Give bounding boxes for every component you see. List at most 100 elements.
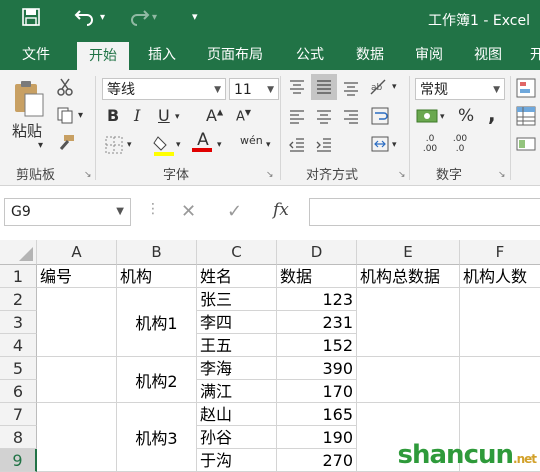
column-header-D[interactable]: D — [277, 240, 357, 265]
cell-D6[interactable]: 170 — [277, 380, 357, 403]
column-header-F[interactable]: F — [460, 240, 540, 265]
font-color-dropdown-icon[interactable]: ▾ — [217, 140, 222, 150]
cell-C8[interactable]: 孙谷 — [197, 426, 277, 449]
format-as-table-icon[interactable] — [516, 106, 536, 130]
cell-C6[interactable]: 满江 — [197, 380, 277, 403]
underline-dropdown-icon[interactable]: ▾ — [175, 112, 180, 122]
copy-icon[interactable] — [56, 106, 74, 128]
save-icon[interactable] — [22, 8, 40, 31]
cell-C1[interactable]: 姓名 — [197, 265, 277, 288]
orientation-dropdown-icon[interactable]: ▾ — [392, 82, 397, 92]
tab-more[interactable]: 开 — [528, 40, 540, 70]
bold-button[interactable]: B — [107, 106, 119, 125]
column-header-B[interactable]: B — [117, 240, 197, 265]
fill-color-dropdown-icon[interactable]: ▾ — [176, 140, 181, 150]
increase-indent-icon[interactable] — [315, 136, 333, 158]
cell-A7-A9-merged[interactable] — [37, 403, 117, 472]
align-center-icon[interactable] — [315, 108, 333, 130]
clipboard-launcher-icon[interactable]: ↘ — [84, 170, 92, 180]
underline-button[interactable]: U — [158, 106, 170, 125]
merge-dropdown-icon[interactable]: ▾ — [392, 140, 397, 150]
undo-dropdown-icon[interactable]: ▾ — [100, 12, 105, 23]
cell-B7-B9-merged[interactable]: 机构3 — [117, 403, 197, 472]
row-header-4[interactable]: 4 — [0, 334, 37, 357]
merge-center-icon[interactable] — [370, 134, 390, 158]
customize-icon[interactable]: ▾ — [192, 10, 198, 23]
paste-label[interactable]: 粘贴 — [12, 120, 42, 141]
cell-E2-E4[interactable] — [357, 288, 460, 357]
cell-D4[interactable]: 152 — [277, 334, 357, 357]
number-launcher-icon[interactable]: ↘ — [498, 170, 506, 180]
cell-styles-icon[interactable] — [516, 134, 536, 158]
undo-icon[interactable] — [74, 6, 96, 31]
grow-font-button[interactable]: A▲ — [206, 106, 223, 125]
align-right-icon[interactable] — [342, 108, 360, 130]
cell-F5-F6[interactable] — [460, 357, 540, 403]
font-launcher-icon[interactable]: ↘ — [266, 170, 274, 180]
cell-A5-A6-merged[interactable] — [37, 357, 117, 403]
wrap-text-icon[interactable] — [370, 106, 390, 130]
insert-function-icon[interactable]: fx — [273, 200, 289, 220]
select-all-corner[interactable] — [0, 240, 37, 265]
alignment-launcher-icon[interactable]: ↘ — [398, 170, 406, 180]
paste-dropdown-icon[interactable]: ▾ — [38, 140, 43, 151]
format-painter-icon[interactable] — [56, 134, 76, 156]
row-header-3[interactable]: 3 — [0, 311, 37, 334]
column-header-A[interactable]: A — [37, 240, 117, 265]
font-color-icon[interactable]: A — [192, 130, 214, 152]
row-header-6[interactable]: 6 — [0, 380, 37, 403]
decrease-decimal-button[interactable]: .00 .0 — [448, 134, 472, 154]
cell-C4[interactable]: 王五 — [197, 334, 277, 357]
tab-insert[interactable]: 插入 — [146, 40, 178, 70]
font-name-select[interactable]: 等线 ▼ — [102, 78, 226, 100]
formula-bar-grip-icon[interactable]: ⋮ — [146, 201, 160, 217]
shrink-font-button[interactable]: A▼ — [236, 108, 251, 124]
cell-D1[interactable]: 数据 — [277, 265, 357, 288]
align-top-icon[interactable] — [288, 78, 306, 100]
fill-color-icon[interactable] — [153, 134, 175, 160]
phonetic-button[interactable]: wén — [240, 134, 263, 147]
row-header-5[interactable]: 5 — [0, 357, 37, 380]
orientation-icon[interactable]: ab — [368, 76, 390, 102]
cell-B2-B4-merged[interactable]: 机构1 — [117, 288, 197, 357]
italic-button[interactable]: I — [134, 106, 140, 125]
cell-D3[interactable]: 231 — [277, 311, 357, 334]
conditional-formatting-icon[interactable] — [516, 78, 536, 102]
cell-D8[interactable]: 190 — [277, 426, 357, 449]
column-header-C[interactable]: C — [197, 240, 277, 265]
cell-C7[interactable]: 赵山 — [197, 403, 277, 426]
borders-icon[interactable] — [105, 136, 123, 158]
row-header-7[interactable]: 7 — [0, 403, 37, 426]
row-header-2[interactable]: 2 — [0, 288, 37, 311]
chevron-down-icon[interactable]: ▼ — [116, 199, 124, 225]
tab-page-layout[interactable]: 页面布局 — [205, 40, 265, 70]
cell-C5[interactable]: 李海 — [197, 357, 277, 380]
column-header-E[interactable]: E — [357, 240, 460, 265]
tab-data[interactable]: 数据 — [354, 40, 386, 70]
align-middle-icon[interactable] — [311, 74, 337, 100]
align-bottom-icon[interactable] — [342, 78, 360, 100]
borders-dropdown-icon[interactable]: ▾ — [127, 140, 132, 150]
percent-button[interactable]: % — [458, 106, 474, 126]
cell-E1[interactable]: 机构总数据 — [357, 265, 460, 288]
cell-C3[interactable]: 李四 — [197, 311, 277, 334]
comma-button[interactable]: , — [488, 102, 496, 126]
cell-B5-B6-merged[interactable]: 机构2 — [117, 357, 197, 403]
cell-F1[interactable]: 机构人数 — [460, 265, 540, 288]
tab-file[interactable]: 文件 — [20, 40, 52, 70]
cell-C2[interactable]: 张三 — [197, 288, 277, 311]
font-size-select[interactable]: 11 ▼ — [229, 78, 279, 100]
cell-D5[interactable]: 390 — [277, 357, 357, 380]
cell-C9[interactable]: 于沟 — [197, 449, 277, 472]
align-left-icon[interactable] — [288, 108, 306, 130]
paste-icon[interactable] — [10, 78, 46, 122]
decrease-indent-icon[interactable] — [288, 136, 306, 158]
cell-A1[interactable]: 编号 — [37, 265, 117, 288]
formula-input[interactable] — [309, 198, 540, 226]
increase-decimal-button[interactable]: .0 .00 — [418, 134, 442, 154]
accounting-dropdown-icon[interactable]: ▾ — [440, 112, 445, 122]
cell-E5-E6[interactable] — [357, 357, 460, 403]
phonetic-dropdown-icon[interactable]: ▾ — [266, 140, 271, 150]
copy-dropdown-icon[interactable]: ▾ — [78, 110, 83, 121]
tab-view[interactable]: 视图 — [472, 40, 504, 70]
